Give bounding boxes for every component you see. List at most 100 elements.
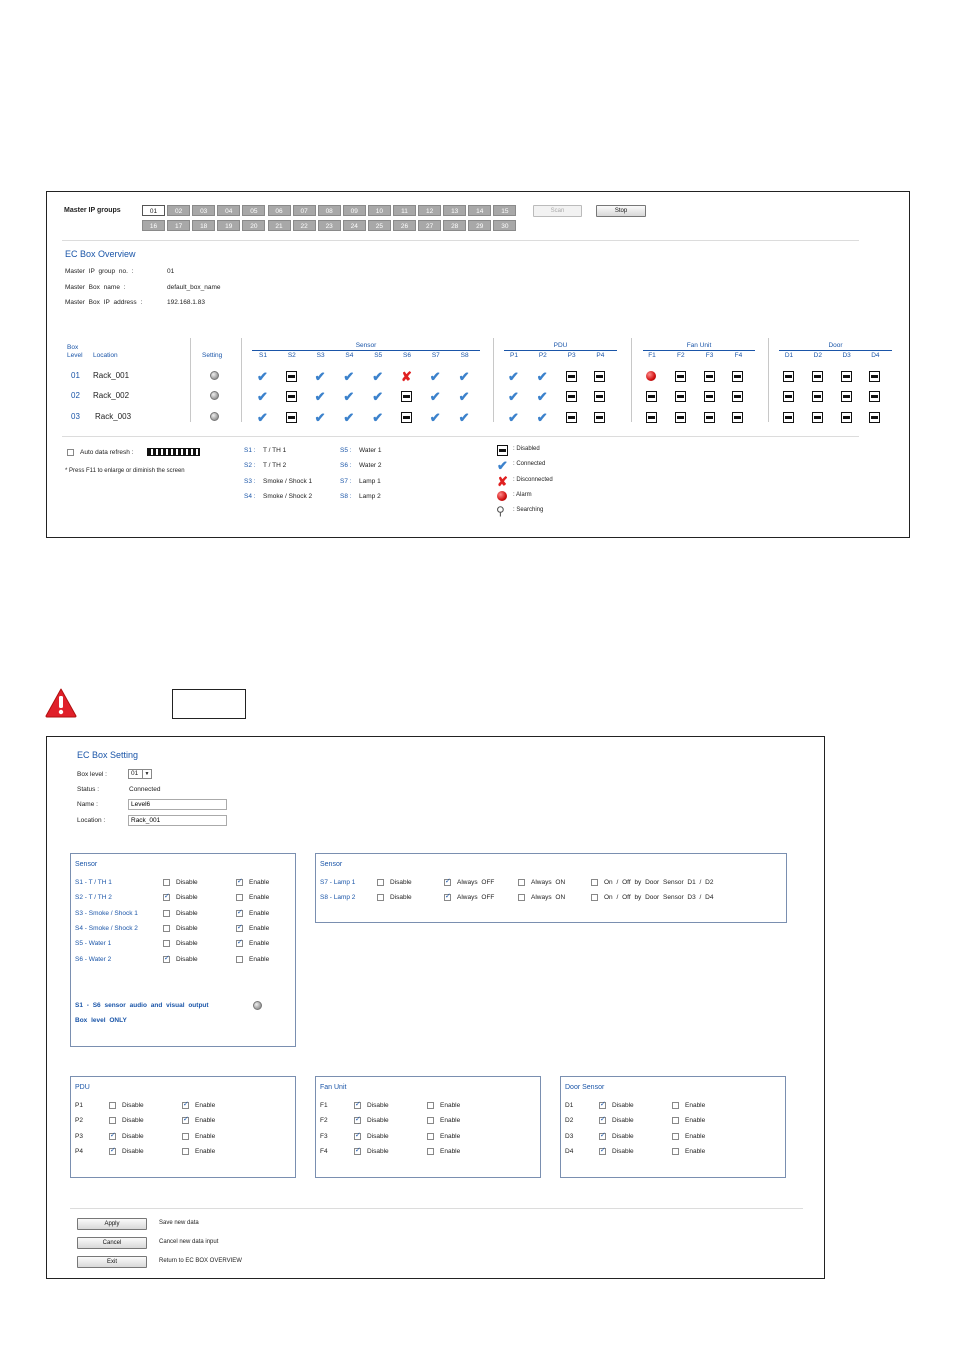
door-control-checkbox[interactable] (591, 894, 598, 902)
ip-group-button-04[interactable]: 04 (217, 205, 241, 216)
enable-checkbox[interactable] (236, 894, 243, 902)
disable-checkbox[interactable] (599, 1131, 606, 1140)
ip-group-button-23[interactable]: 23 (317, 220, 341, 231)
disable-checkbox[interactable] (354, 1100, 361, 1109)
ip-group-button-01[interactable]: 01 (142, 205, 165, 216)
always-off-checkbox[interactable] (444, 892, 451, 902)
enable-checkbox[interactable] (182, 1132, 189, 1140)
ip-group-button-03[interactable]: 03 (192, 205, 216, 216)
disable-checkbox[interactable] (163, 879, 170, 886)
ip-group-button-15[interactable]: 15 (493, 205, 517, 216)
box-level-02[interactable]: 02 (71, 391, 80, 400)
name-input[interactable] (128, 799, 227, 810)
disable-checkbox[interactable] (599, 1146, 606, 1155)
ip-group-button-29[interactable]: 29 (468, 220, 492, 231)
disable-checkbox[interactable] (163, 892, 170, 902)
disable-checkbox[interactable] (109, 1102, 116, 1109)
disable-checkbox[interactable] (109, 1146, 116, 1155)
chevron-down-icon[interactable]: ▼ (142, 770, 151, 778)
always-on-checkbox[interactable] (518, 879, 525, 886)
ip-group-button-07[interactable]: 07 (292, 205, 316, 216)
ip-group-button-11[interactable]: 11 (393, 205, 416, 216)
disable-label: Disable (176, 940, 198, 948)
disabled-icon (811, 371, 823, 382)
check-icon: ✔ (429, 410, 441, 425)
ip-group-button-08[interactable]: 08 (317, 205, 341, 216)
enable-checkbox[interactable] (236, 877, 243, 886)
enable-checkbox[interactable] (182, 1115, 189, 1125)
disable-checkbox[interactable] (599, 1100, 606, 1109)
enable-checkbox[interactable] (672, 1117, 679, 1125)
always-off-checkbox[interactable] (444, 877, 451, 886)
box-level-only-label: Box level ONLY (75, 1017, 127, 1024)
disable-checkbox[interactable] (599, 1115, 606, 1125)
ip-group-button-21[interactable]: 21 (267, 220, 291, 231)
disable-checkbox[interactable] (163, 954, 170, 963)
disable-label: Disable (390, 879, 412, 886)
box-level-03[interactable]: 03 (71, 412, 80, 421)
ip-group-button-22[interactable]: 22 (292, 220, 316, 231)
apply-button[interactable]: Apply (77, 1218, 147, 1230)
ip-group-button-25[interactable]: 25 (367, 220, 391, 231)
ip-group-button-27[interactable]: 27 (418, 220, 442, 231)
disable-checkbox[interactable] (377, 879, 384, 886)
enable-checkbox[interactable] (672, 1147, 679, 1155)
enable-checkbox[interactable] (672, 1132, 679, 1140)
enable-checkbox[interactable] (672, 1102, 679, 1109)
audio-output-setting-icon[interactable] (253, 1001, 262, 1010)
disable-checkbox[interactable] (354, 1131, 361, 1140)
ip-group-button-02[interactable]: 02 (167, 205, 191, 216)
sensor-name: - T / TH 2 (82, 894, 112, 902)
auto-refresh-checkbox[interactable] (67, 449, 74, 456)
disable-checkbox[interactable] (109, 1131, 116, 1140)
ip-group-button-17[interactable]: 17 (167, 220, 191, 231)
box-level-01[interactable]: 01 (71, 371, 80, 380)
enable-checkbox[interactable] (427, 1147, 434, 1155)
ip-group-button-10[interactable]: 10 (367, 205, 391, 216)
enable-checkbox[interactable] (182, 1147, 189, 1155)
ip-group-button-16[interactable]: 16 (142, 220, 165, 231)
always-on-checkbox[interactable] (518, 894, 525, 902)
ip-group-button-28[interactable]: 28 (443, 220, 467, 231)
enable-checkbox[interactable] (236, 908, 243, 917)
ip-group-button-20[interactable]: 20 (242, 220, 266, 231)
ip-group-button-14[interactable]: 14 (468, 205, 492, 216)
enable-checkbox[interactable] (182, 1100, 189, 1109)
disable-checkbox[interactable] (377, 894, 384, 902)
ip-group-button-05[interactable]: 05 (242, 205, 266, 216)
ip-group-button-26[interactable]: 26 (393, 220, 416, 231)
disable-checkbox[interactable] (354, 1146, 361, 1155)
setting-gear-icon[interactable] (210, 412, 219, 421)
stop-button[interactable]: Stop (596, 205, 646, 217)
disable-checkbox[interactable] (163, 924, 170, 932)
cancel-button[interactable]: Cancel (77, 1237, 147, 1249)
ip-group-button-18[interactable]: 18 (192, 220, 216, 231)
scan-button[interactable]: Scan (533, 205, 582, 217)
enable-checkbox[interactable] (236, 938, 243, 948)
enable-checkbox[interactable] (427, 1117, 434, 1125)
setting-gear-icon[interactable] (210, 391, 219, 400)
ip-group-button-19[interactable]: 19 (217, 220, 241, 231)
ip-group-button-09[interactable]: 09 (342, 205, 366, 216)
ip-group-button-06[interactable]: 06 (267, 205, 291, 216)
exit-button[interactable]: Exit (77, 1256, 147, 1268)
setting-gear-icon[interactable] (210, 371, 219, 380)
ip-group-button-30[interactable]: 30 (493, 220, 517, 231)
enable-checkbox[interactable] (236, 955, 243, 963)
check-icon: ✔ (536, 369, 548, 384)
enable-checkbox[interactable] (427, 1132, 434, 1140)
ip-group-button-12[interactable]: 12 (418, 205, 442, 216)
enable-checkbox[interactable] (236, 923, 243, 932)
door-control-checkbox[interactable] (591, 879, 598, 886)
location-input[interactable] (128, 815, 227, 826)
box-level-select[interactable]: 01 ▼ (128, 769, 152, 779)
enable-checkbox[interactable] (427, 1102, 434, 1109)
disable-checkbox[interactable] (163, 909, 170, 917)
check-icon: ✔ (372, 369, 384, 384)
disable-checkbox[interactable] (163, 940, 170, 948)
disable-checkbox[interactable] (354, 1115, 361, 1125)
legend-name: Water 2 (359, 462, 382, 470)
disable-checkbox[interactable] (109, 1117, 116, 1125)
ip-group-button-24[interactable]: 24 (342, 220, 366, 231)
ip-group-button-13[interactable]: 13 (443, 205, 467, 216)
